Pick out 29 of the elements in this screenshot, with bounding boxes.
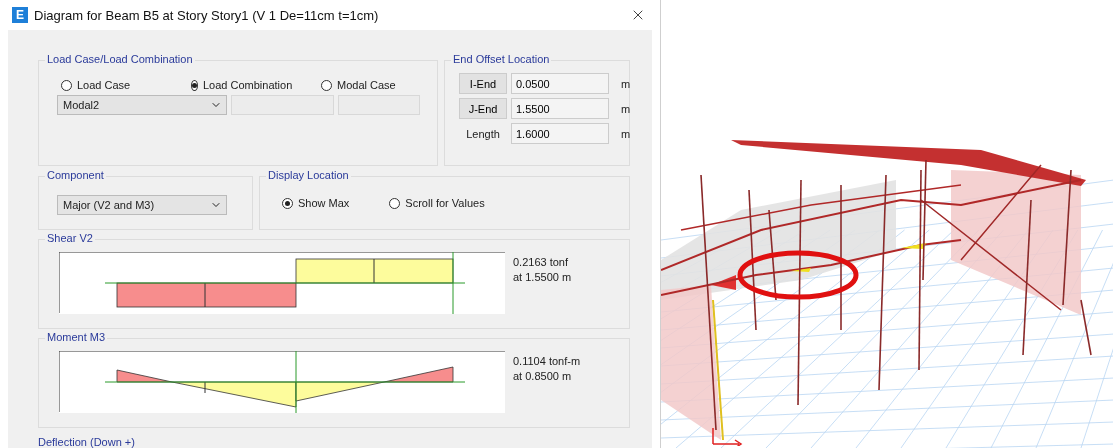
radio-option[interactable]: Modal Case [321, 79, 396, 91]
field-label: Length [465, 127, 501, 140]
diagram-reading: 0.1104 tonf-m [513, 355, 581, 367]
group-title: Component [45, 169, 106, 181]
group-title: Deflection (Down +) [38, 436, 136, 448]
unit-label: m [620, 102, 632, 115]
end-offset-button[interactable]: I-End [459, 73, 507, 94]
unit-label: m [620, 77, 632, 90]
group-title: Display Location [266, 169, 351, 181]
radio-option[interactable]: Show Max [282, 197, 350, 209]
load-combination-dropdown[interactable]: Modal2 [57, 95, 227, 115]
group-title: Load Case/Load Combination [45, 53, 195, 65]
radio-option[interactable]: Scroll for Values [389, 197, 485, 209]
group-title: Moment M3 [45, 331, 108, 343]
diagram-reading: at 1.5500 m [513, 271, 572, 283]
component-dropdown[interactable]: Major (V2 and M3) [57, 195, 227, 215]
unit-label: m [620, 127, 632, 140]
group-title: Shear V2 [45, 232, 95, 244]
offset-input-field[interactable]: 0.0500 [511, 73, 609, 94]
radio-option[interactable]: Load Case [61, 79, 159, 91]
end-offset-button[interactable]: J-End [459, 98, 507, 119]
offset-input-field[interactable]: 1.5500 [511, 98, 609, 119]
diagram-reading: 0.2163 tonf [513, 256, 570, 268]
app-icon: E [12, 7, 28, 23]
axis-icon [712, 427, 743, 446]
offset-input-field[interactable]: 1.6000 [511, 123, 609, 144]
window-title: Diagram for Beam B5 at Story Story1 (V 1 De=11cm t=1cm) [34, 7, 380, 23]
group-title: End Offset Location [451, 53, 552, 65]
diagram-reading: at 0.8500 m [513, 370, 573, 382]
